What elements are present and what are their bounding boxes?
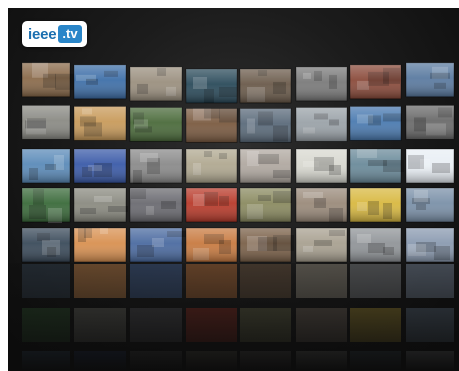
reflection-fade <box>8 263 459 371</box>
video-wall-screen: ieee .tv <box>8 8 459 371</box>
video-tile-engine-bw[interactable] <box>73 187 128 223</box>
video-tile-hall-frames[interactable] <box>295 227 348 263</box>
video-tile-crowd-outdoor[interactable] <box>405 187 455 223</box>
video-tile-microscope-dark[interactable] <box>21 227 71 263</box>
video-tile-sea-platform[interactable] <box>21 148 71 184</box>
video-tile-factory-bw[interactable] <box>349 227 402 263</box>
video-tile-mesh-pattern[interactable] <box>129 148 183 184</box>
tile-wall-canvas <box>8 62 459 371</box>
video-tile-robot[interactable] <box>185 148 238 184</box>
video-tile-people-stage[interactable] <box>349 64 402 100</box>
video-tile-man-office[interactable] <box>295 187 348 223</box>
video-tile-doctor-scene[interactable] <box>239 148 292 184</box>
video-tile-dark-lab-equipment[interactable] <box>185 68 238 104</box>
video-tile-intel-logo[interactable] <box>405 148 455 184</box>
video-tile-aerial-ship[interactable] <box>21 62 74 98</box>
video-tile-table-document[interactable] <box>295 148 348 184</box>
video-tile-crowd-bw[interactable] <box>295 66 348 102</box>
video-tile-news-anchor[interactable] <box>73 148 127 184</box>
video-tile-man-glasses[interactable] <box>185 108 239 143</box>
video-tile-sunset-city[interactable] <box>73 227 127 263</box>
video-tile-circuit-board[interactable] <box>129 107 183 142</box>
video-tile-older-man-portrait[interactable] <box>21 187 71 223</box>
video-tile-jet-in-sky[interactable] <box>73 64 127 100</box>
video-tile-presenter-lab[interactable] <box>129 66 183 102</box>
tile-grid <box>21 62 455 263</box>
logo-badge: .tv <box>58 25 82 43</box>
logo-text: ieee <box>28 25 57 43</box>
video-tile-yellow-device[interactable] <box>349 187 402 223</box>
video-tile-satellite[interactable] <box>129 227 188 263</box>
video-tile-orange-panel[interactable] <box>185 227 238 263</box>
video-tile-wall <box>8 8 459 371</box>
video-tile-lab-room[interactable] <box>239 108 292 143</box>
video-tile-workers-room[interactable] <box>129 187 183 223</box>
video-tile-red-flowers[interactable] <box>185 187 238 223</box>
video-tile-walking-people[interactable] <box>295 107 348 142</box>
ieee-tv-logo[interactable]: ieee .tv <box>22 21 87 47</box>
video-tile-building-bw[interactable] <box>21 105 71 140</box>
video-tile-speaker-suit[interactable] <box>405 62 455 98</box>
video-tile-city-skyline[interactable] <box>405 227 455 263</box>
video-tile-solar-field[interactable] <box>349 106 402 141</box>
video-tile-machine-bw[interactable] <box>405 105 455 140</box>
video-tile-interview-man[interactable] <box>239 68 292 104</box>
video-tile-hands-screen[interactable] <box>349 148 404 184</box>
video-tile-museum-room[interactable] <box>239 227 294 263</box>
video-tile-electronics[interactable] <box>239 187 292 223</box>
video-tile-beach-people[interactable] <box>73 106 127 141</box>
